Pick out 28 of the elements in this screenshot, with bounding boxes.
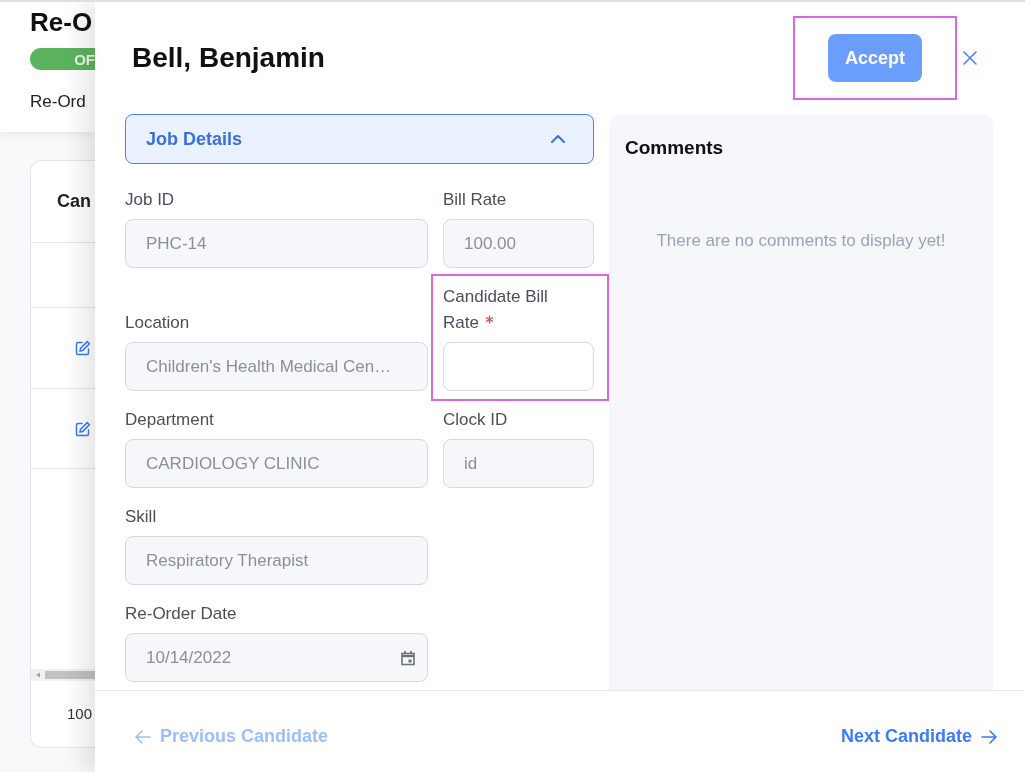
close-button[interactable] — [963, 51, 977, 65]
next-candidate-button[interactable]: Next Candidate — [840, 723, 997, 750]
field-label: Re-Order Date — [125, 604, 237, 623]
field-label: Candidate Bill Rate — [443, 287, 548, 332]
scroll-left-arrow-icon — [35, 672, 41, 678]
page-subtitle: Re-Ord — [30, 91, 87, 113]
calendar-icon — [400, 649, 416, 666]
section-title: Comments — [625, 136, 725, 160]
accordion-header[interactable]: Job Details — [125, 114, 594, 164]
field-label: Location — [125, 313, 190, 332]
horizontal-scrollbar[interactable] — [31, 669, 95, 681]
status-badge: OF — [30, 48, 95, 70]
field-label: Bill Rate — [443, 190, 507, 209]
edit-icon[interactable] — [75, 420, 91, 437]
page-title: Re-O — [30, 6, 94, 39]
column-header: Can — [57, 190, 91, 213]
edit-icon[interactable] — [75, 340, 91, 356]
field-label: Clock ID — [443, 410, 508, 429]
field-label: Skill — [125, 507, 157, 526]
close-icon — [963, 51, 977, 65]
pagination-text: 100 — [67, 703, 93, 724]
arrow-left-icon — [135, 729, 151, 744]
text-field[interactable] — [443, 342, 594, 391]
field-label: Department — [125, 410, 214, 429]
candidate-name: Bell, Benjamin — [132, 41, 326, 75]
arrow-right-icon — [981, 729, 997, 744]
field-label: Job ID — [125, 190, 175, 209]
empty-state-message: There are no comments to display yet! — [655, 230, 947, 252]
